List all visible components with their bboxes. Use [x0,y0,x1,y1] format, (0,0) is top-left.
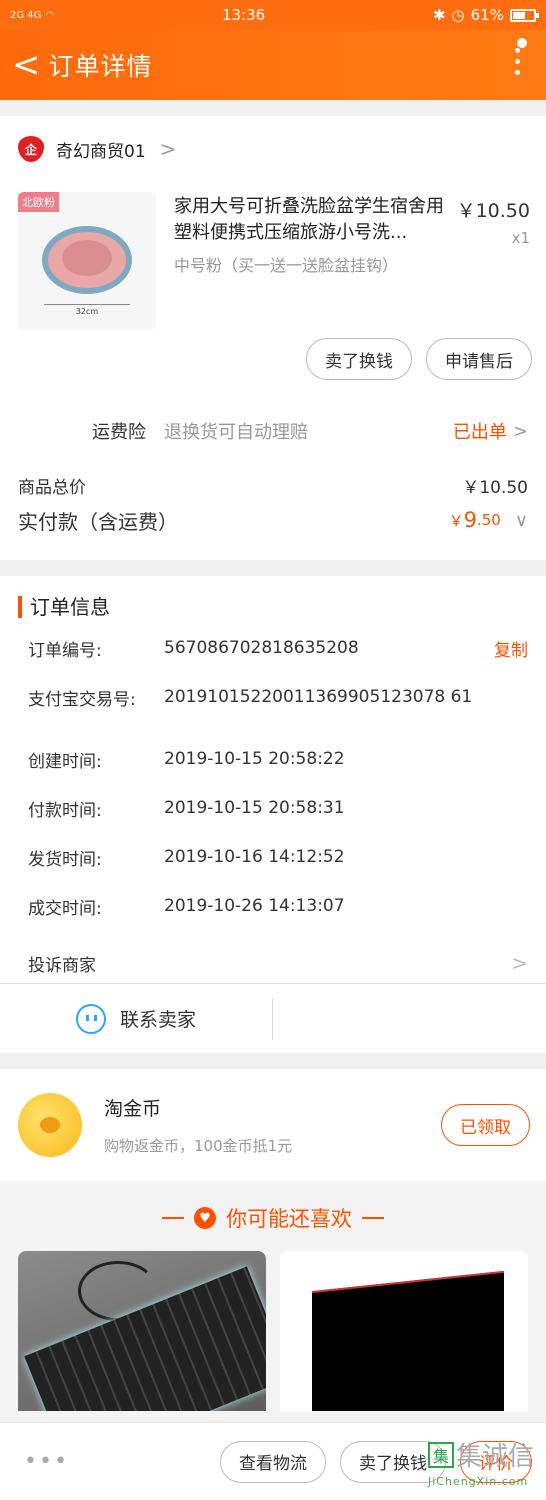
clock: 13:36 [221,6,266,24]
coin-title: 淘金币 [104,1098,162,1120]
back-icon[interactable]: < [12,48,41,82]
shop-row[interactable]: 企 奇幻商贸01 > [0,116,546,182]
more-actions-button[interactable]: ••• [24,1449,206,1474]
freight-label: 运费险 [92,422,146,443]
price-summary: 商品总价 ￥10.50 实付款（含运费） ￥ 9.50 ∨ [0,462,546,560]
wifi-icon: ◠ [45,9,55,21]
freight-status: 已出单 [452,422,507,443]
chevron-right-icon: > [512,420,528,442]
deal-time-row: 成交时间: 2019-10-26 14:13:07 [28,896,345,919]
order-card: 企 奇幻商贸01 > 北欧粉 32cm 家用大号可折叠洗脸盆学生宿舍用塑料便携式… [0,116,546,560]
shop-name: 奇幻商贸01 [56,141,146,162]
chevron-down-icon: ∨ [514,509,528,531]
recommend-item-monitor[interactable] [280,1251,528,1411]
battery-percent: 61% [470,6,504,24]
chevron-right-icon: > [511,951,528,975]
paid-label: 实付款（含运费） [18,509,178,534]
alarm-icon: ◷ [451,6,465,24]
product-qty: x1 [511,229,530,247]
gold-coin-icon [18,1093,82,1157]
product-dimension: 32cm [44,304,130,316]
chat-icon [75,1003,106,1034]
alipay-trade-row: 支付宝交易号: 20191015220011369905123078 61 [28,687,473,710]
order-info-card: 订单信息 订单编号: 567086702818635208 复制 支付宝交易号:… [0,576,546,1053]
item-actions: 卖了换钱 申请售后 [0,332,546,400]
paid-amount[interactable]: ￥ 9.50 ∨ [449,508,528,532]
nav-bar: < 订单详情 [0,30,546,100]
freight-desc: 退换货可自动理赔 [164,422,308,443]
product-image: 北欧粉 32cm [18,192,156,330]
shipped-time-row: 发货时间: 2019-10-16 14:12:52 [28,847,345,870]
bluetooth-icon: ✱ [432,6,446,24]
shop-logo: 企 [18,136,44,162]
coin-desc: 购物返金币，100金币抵1元 [104,1137,293,1155]
signal-indicator: 2G 4G ◠ [10,9,55,21]
page-title: 订单详情 [48,52,153,81]
after-sale-button[interactable]: 申请售后 [426,338,532,380]
chevron-right-icon: > [159,137,177,161]
product-spec: 中号粉（买一送一送脸盆挂钩） [174,256,399,275]
created-time-row: 创建时间: 2019-10-15 20:58:22 [28,749,345,772]
taojinbi-card: 淘金币 购物返金币，100金币抵1元 已领取 [0,1069,546,1181]
section-title: 订单信息 [18,596,528,618]
sell-exchange-button[interactable]: 卖了换钱 [306,338,412,380]
bottom-action-bar: ••• 查看物流 卖了换钱 评价 集 集诚信 JiChengXin.com [0,1422,546,1500]
complain-seller-row[interactable]: 投诉商家 > [0,943,546,983]
product-item[interactable]: 北欧粉 32cm 家用大号可折叠洗脸盆学生宿舍用塑料便携式压缩旅游小号洗... … [0,182,546,332]
recommend-item-keyboard[interactable] [18,1251,266,1411]
product-price: ￥10.50 [456,200,530,222]
watermark: 集 集诚信 JiChengXin.com [428,1441,535,1488]
more-icon[interactable] [510,38,527,90]
contact-bar: 联系卖家 [0,983,546,1053]
heart-icon: ♥ [194,1207,216,1229]
product-name: 家用大号可折叠洗脸盆学生宿舍用塑料便携式压缩旅游小号洗... [174,196,444,243]
freight-insurance-row[interactable]: 运费险 退换货可自动理赔 已出单 > [0,400,546,462]
contact-seller-button[interactable]: 联系卖家 [0,997,273,1040]
total-value: ￥10.50 [462,477,528,498]
battery-icon [509,8,539,22]
view-logistics-button[interactable]: 查看物流 [220,1440,326,1483]
total-label: 商品总价 [18,477,86,498]
product-tag: 北欧粉 [18,192,59,212]
paid-time-row: 付款时间: 2019-10-15 20:58:31 [28,798,345,821]
copy-button[interactable]: 复制 [494,636,528,661]
recommend-title: 你可能还喜欢 [226,1207,352,1231]
order-number-row: 订单编号: 567086702818635208 复制 [28,636,528,661]
claimed-button[interactable]: 已领取 [441,1104,530,1146]
status-bar: 2G 4G ◠ 13:36 ✱ ◷ 61% [0,0,546,30]
